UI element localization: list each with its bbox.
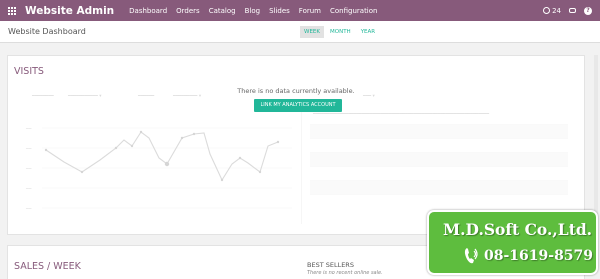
placeholder-table-row xyxy=(310,124,568,138)
placeholder-divider xyxy=(301,104,302,224)
placeholder-table-row xyxy=(310,194,568,208)
help-button[interactable]: ? xyxy=(584,6,592,15)
svg-text:━━: ━━ xyxy=(25,207,32,210)
link-analytics-button[interactable]: LINK MY ANALYTICS ACCOUNT xyxy=(254,99,342,112)
notifications-button[interactable]: 24 xyxy=(543,7,561,15)
sales-title: SALES / WEEK xyxy=(14,261,81,272)
visits-card: VISITS ━━━━━━━━ ━━━━━━━━━━━ ▾ ━━━━━━ ━━━… xyxy=(7,55,585,235)
placeholder-table-row xyxy=(310,138,568,152)
range-year-button[interactable]: YEAR xyxy=(357,26,379,38)
menu-forum[interactable]: Forum xyxy=(299,7,321,15)
placeholder-table-row xyxy=(310,166,568,180)
svg-text:━━: ━━ xyxy=(25,187,32,192)
top-navbar: Website Admin Dashboard Orders Catalog B… xyxy=(0,0,600,21)
range-month-button[interactable]: MONTH xyxy=(326,26,355,38)
no-data-message: There is no data currently available. xyxy=(237,87,355,95)
main-menu: Dashboard Orders Catalog Blog Slides For… xyxy=(129,7,386,15)
phone-icon xyxy=(464,248,478,264)
apps-grid-icon[interactable] xyxy=(8,6,16,15)
page-title: Website Dashboard xyxy=(8,27,86,36)
company-name: M.D.Soft Co.,Ltd. xyxy=(443,220,593,239)
notifications-count: 24 xyxy=(552,6,561,15)
placeholder-table-row xyxy=(310,180,568,194)
range-selector: WEEK MONTH YEAR xyxy=(300,26,381,38)
placeholder-line-chart: ━━ ━━ ━━ ━━ ━━ xyxy=(25,127,292,210)
menu-configuration[interactable]: Configuration xyxy=(330,7,377,15)
menu-slides[interactable]: Slides xyxy=(269,7,290,15)
visits-title: VISITS xyxy=(14,66,44,77)
messages-button[interactable] xyxy=(569,8,576,13)
help-icon: ? xyxy=(584,6,592,15)
menu-dashboard[interactable]: Dashboard xyxy=(129,7,167,15)
navbar-right: 24 ? xyxy=(535,0,592,21)
placeholder-table-row xyxy=(310,152,568,166)
app-title: Website Admin xyxy=(25,4,115,17)
best-sellers-title: BEST SELLERS xyxy=(307,261,354,269)
vertical-scrollbar[interactable] xyxy=(594,55,598,235)
svg-text:━━: ━━ xyxy=(25,127,32,132)
chat-icon xyxy=(569,8,576,13)
range-week-button[interactable]: WEEK xyxy=(300,26,324,38)
menu-catalog[interactable]: Catalog xyxy=(209,7,236,15)
menu-orders[interactable]: Orders xyxy=(176,7,200,15)
company-phone: 08-1619-8579 xyxy=(484,248,594,264)
globe-icon xyxy=(543,7,551,14)
control-panel: Website Dashboard WEEK MONTH YEAR xyxy=(0,21,600,43)
svg-text:━━: ━━ xyxy=(25,167,32,172)
best-sellers-empty: There is no recent online sale. xyxy=(307,270,383,276)
placeholder-table-header: ━━━━━━━━━━━━━━━━━━━━━━━━━━━━━━━━━━━━━━━━… xyxy=(313,112,490,117)
svg-text:━━: ━━ xyxy=(25,147,32,152)
menu-blog[interactable]: Blog xyxy=(245,7,260,15)
company-watermark: M.D.Soft Co.,Ltd. 08-1619-8579 xyxy=(427,210,598,275)
